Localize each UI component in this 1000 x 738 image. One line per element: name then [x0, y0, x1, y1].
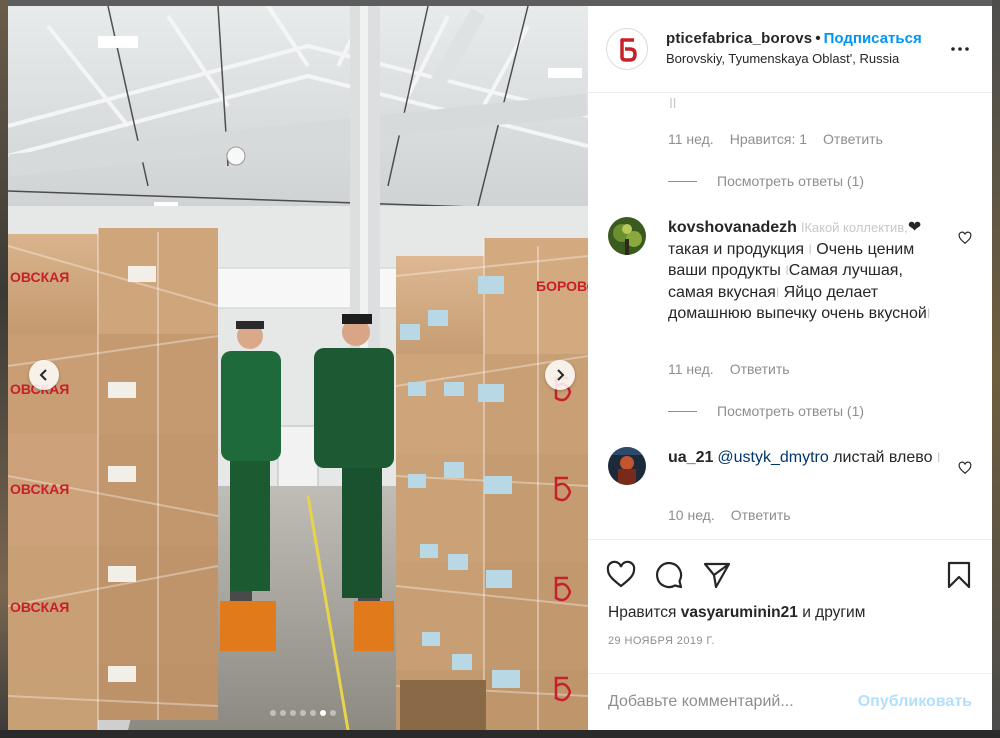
publish-button[interactable]: Опубликовать [858, 693, 972, 711]
comment-time[interactable]: 10 нед. [668, 507, 715, 523]
comment-item: kovshovanadezh ǀКакой коллектив,❤ такая и… [608, 217, 972, 325]
likes-summary: Нравится vasyaruminin21 и другим [608, 604, 865, 622]
like-comment-heart-icon[interactable] [958, 231, 972, 245]
box-brand-text: ОВСКАЯ [10, 269, 69, 285]
reply-button[interactable]: Ответить [730, 361, 790, 377]
more-icon [951, 47, 969, 51]
post-photo[interactable]: ОВСКАЯ ОВСКАЯ ОВСКАЯ ОВСКАЯ [8, 6, 588, 730]
slide-dot [290, 710, 296, 716]
comment-glyph: ǀ [926, 306, 931, 321]
view-replies-label: Посмотреть ответы (1) [717, 403, 865, 419]
comment-username[interactable]: ua_21 [668, 449, 713, 466]
chevron-left-icon [39, 369, 47, 381]
view-replies-button[interactable]: Посмотреть ответы (1) [668, 403, 864, 419]
likes-others-link[interactable]: и другим [798, 604, 865, 621]
comment-input[interactable] [608, 693, 858, 711]
comment-username[interactable]: kovshovanadezh [668, 219, 797, 236]
account-avatar[interactable] [606, 28, 648, 70]
post-actions: Нравится vasyaruminin21 и другим 29 нояб… [588, 539, 992, 649]
heart-icon[interactable] [606, 560, 636, 590]
slide-dot-active [320, 710, 326, 716]
comment-glyph: ǀКакой коллектив, [800, 220, 908, 235]
avatar[interactable] [608, 217, 646, 255]
comment-icon[interactable] [654, 560, 684, 590]
avatar[interactable] [608, 447, 646, 485]
like-comment-heart-icon[interactable] [958, 461, 972, 475]
comments-list[interactable]: ǀǀ 11 нед. Нравится: 1 Ответить Посмотре… [588, 93, 992, 539]
comment-heart-emoji: ❤ [907, 219, 922, 236]
box-brand-text: БОРОВСКАЯ [536, 278, 588, 294]
replies-divider-line [668, 180, 697, 182]
view-replies-label: Посмотреть ответы (1) [717, 173, 865, 189]
warehouse-scene: ОВСКАЯ ОВСКАЯ ОВСКАЯ ОВСКАЯ [8, 6, 588, 730]
box-brand-text: ОВСКАЯ [10, 481, 69, 497]
comment-meta: 10 нед. Ответить [668, 507, 791, 523]
post-date[interactable]: 29 ноября 2019 г. [608, 635, 715, 647]
replies-divider-line [668, 410, 697, 412]
comment-like-count[interactable]: Нравится: 1 [730, 131, 807, 147]
view-replies-button[interactable]: Посмотреть ответы (1) [668, 173, 864, 189]
slide-dot [310, 710, 316, 716]
slide-dot [300, 710, 306, 716]
comment-time[interactable]: 11 нед. [668, 131, 714, 147]
post-side-panel: pticefabrica_borovs • Подписаться Borovski… [588, 6, 992, 730]
reply-button[interactable]: Ответить [731, 507, 791, 523]
header-separator: • [815, 30, 821, 47]
comment-glyph: ǀ [936, 450, 941, 465]
previous-slide-button[interactable] [29, 360, 59, 390]
slide-indicator [8, 710, 588, 716]
comment-meta: 11 нед. Нравится: 1 Ответить [668, 131, 883, 147]
comment-body: ua_21 @ustyk_dmytro листай влево ǀ [668, 447, 972, 485]
slide-dot [270, 710, 276, 716]
bookmark-icon[interactable] [944, 560, 974, 590]
slide-dot [280, 710, 286, 716]
comment-time[interactable]: 11 нед. [668, 361, 714, 377]
comment-text-partial: ǀǀ [668, 95, 677, 111]
follow-button[interactable]: Подписаться [824, 30, 922, 47]
next-slide-button[interactable] [545, 360, 575, 390]
comment-meta: 11 нед. Ответить [668, 361, 790, 377]
post-location[interactable]: Borovskiy, Tyumenskaya Oblast', Russia [666, 50, 940, 68]
comment-body: kovshovanadezh ǀКакой коллектив,❤ такая и… [668, 217, 972, 325]
likes-prefix: Нравится [608, 604, 681, 621]
more-options-button[interactable] [948, 37, 972, 61]
comment-text: листай влево [828, 449, 937, 466]
reply-button[interactable]: Ответить [823, 131, 883, 147]
comment-mention-link[interactable]: @ustyk_dmytro [717, 449, 828, 466]
post-author-username[interactable]: pticefabrica_borovs [666, 30, 812, 47]
brand-logo-icon [620, 38, 637, 62]
liker-username[interactable]: vasyaruminin21 [681, 604, 798, 621]
add-comment-form: Опубликовать [588, 673, 992, 730]
share-icon[interactable] [702, 560, 732, 590]
comment-text: такая и продукция [668, 240, 809, 258]
post-header: pticefabrica_borovs • Подписаться Borovski… [588, 6, 992, 93]
comment-item: ua_21 @ustyk_dmytro листай влево ǀ [608, 447, 972, 485]
slide-dot [330, 710, 336, 716]
chevron-right-icon [557, 369, 565, 381]
box-brand-text: ОВСКАЯ [10, 599, 69, 615]
